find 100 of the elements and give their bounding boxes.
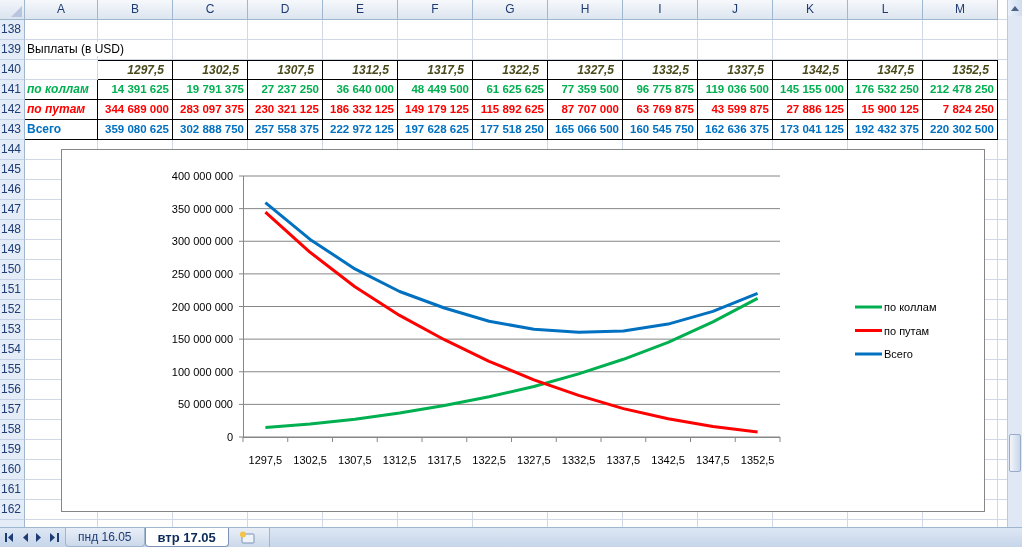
y-axis-label: 0	[226, 431, 233, 443]
x-axis-label: 1297,5	[248, 454, 283, 466]
x-axis-label: 1317,5	[427, 454, 462, 466]
column-header[interactable]: K	[773, 0, 848, 20]
table-cell: 177 518 250	[480, 123, 544, 135]
table-cell: 119 036 500	[705, 83, 769, 95]
y-axis-label: 200 000 000	[171, 300, 233, 313]
column-value-header: 1337,5	[727, 63, 764, 77]
column-value-header: 1302,5	[202, 63, 239, 77]
column-header[interactable]: C	[173, 0, 248, 20]
previous-sheet-icon[interactable]	[22, 533, 28, 542]
column-header[interactable]: M	[923, 0, 998, 20]
row-label: по коллам	[27, 82, 89, 96]
y-axis-label: 100 000 000	[171, 365, 233, 378]
x-axis-label: 1312,5	[382, 454, 417, 466]
legend-label: Всего	[884, 348, 913, 360]
x-axis-label: 1307,5	[338, 454, 372, 466]
x-axis-label: 1332,5	[561, 454, 596, 466]
legend-label: по путам	[884, 324, 930, 337]
table-cell: 115 892 625	[480, 103, 544, 115]
y-axis-label: 400 000 000	[171, 170, 233, 182]
column-value-header: 1322,5	[502, 63, 539, 77]
column-value-header: 1342,5	[802, 63, 839, 77]
column-value-header: 1352,5	[952, 63, 989, 77]
table-cell: 27 237 250	[261, 83, 319, 95]
legend-swatch	[855, 329, 882, 332]
table-cell: 19 791 375	[186, 83, 244, 95]
column-header[interactable]: E	[323, 0, 398, 20]
x-axis-label: 1352,5	[740, 454, 775, 466]
table-cell: 173 041 125	[780, 123, 844, 135]
table-cell: 283 097 375	[180, 103, 244, 115]
vertical-scrollbar[interactable]	[1007, 0, 1022, 527]
x-axis-label: 1337,5	[606, 454, 641, 466]
legend-swatch	[855, 305, 882, 309]
table-cell: 212 478 250	[930, 83, 994, 95]
column-value-header: 1327,5	[577, 63, 614, 77]
column-value-header: 1332,5	[652, 63, 689, 77]
sheet-tab[interactable]: втр 17.05	[144, 528, 229, 547]
last-sheet-icon[interactable]	[50, 533, 59, 542]
table-cell: 87 707 000	[561, 103, 619, 115]
table-cell: 359 080 625	[105, 123, 169, 135]
table-title: Выплаты (в USD)	[25, 42, 125, 56]
line-chart[interactable]	[61, 149, 985, 512]
table-cell: 344 689 000	[105, 103, 169, 115]
y-axis-label: 150 000 000	[171, 333, 233, 346]
table-cell: 77 359 500	[561, 83, 619, 95]
table-cell: 230 321 125	[255, 103, 319, 115]
column-value-header: 1307,5	[277, 63, 314, 77]
x-axis-label: 1322,5	[472, 454, 506, 466]
x-axis-label: 1342,5	[651, 454, 685, 466]
row-label: по путам	[27, 102, 86, 116]
next-sheet-icon[interactable]	[36, 533, 42, 542]
scroll-up-icon[interactable]	[1008, 0, 1022, 16]
table-cell: 186 332 125	[330, 103, 394, 115]
column-header[interactable]: L	[848, 0, 923, 20]
table-cell: 48 449 500	[411, 83, 469, 95]
table-cell: 43 599 875	[711, 103, 769, 115]
y-axis-label: 350 000 000	[171, 202, 233, 215]
legend-swatch	[855, 352, 882, 356]
table-cell: 27 886 125	[786, 103, 844, 115]
y-axis-label: 250 000 000	[171, 267, 233, 280]
legend-label: по коллам	[884, 301, 937, 313]
table-cell: 257 558 375	[255, 123, 319, 135]
column-header[interactable]: I	[623, 0, 698, 20]
table-cell: 176 532 250	[855, 83, 919, 95]
column-value-header: 1297,5	[127, 63, 164, 77]
row-label: Всего	[27, 122, 62, 136]
table-cell: 160 545 750	[630, 123, 694, 135]
y-axis-label: 300 000 000	[171, 235, 233, 248]
table-cell: 96 775 875	[636, 83, 694, 95]
sheet-tab[interactable]: пнд 16.05	[65, 528, 145, 547]
table-cell: 15 900 125	[861, 103, 919, 115]
column-header[interactable]: G	[473, 0, 548, 20]
column-value-header: 1312,5	[352, 63, 389, 77]
column-value-header: 1347,5	[877, 63, 914, 77]
column-value-header: 1317,5	[427, 63, 464, 77]
column-header[interactable]: A	[25, 0, 98, 20]
table-cell: 61 625 625	[486, 83, 544, 95]
column-header[interactable]: J	[698, 0, 773, 20]
table-cell: 302 888 750	[180, 123, 244, 135]
table-cell: 7 824 250	[942, 103, 994, 115]
x-axis-label: 1302,5	[293, 454, 327, 466]
table-cell: 222 972 125	[330, 123, 394, 135]
column-header[interactable]: H	[548, 0, 623, 20]
x-axis-label: 1327,5	[517, 454, 551, 466]
table-cell: 192 432 375	[855, 123, 919, 135]
table-cell: 149 179 125	[405, 103, 469, 115]
first-sheet-icon[interactable]	[5, 533, 14, 542]
x-axis-label: 1347,5	[696, 454, 730, 466]
table-cell: 63 769 875	[636, 103, 694, 115]
scrollbar-thumb[interactable]	[1009, 434, 1021, 472]
table-cell: 197 628 625	[405, 123, 469, 135]
table-cell: 162 636 375	[705, 123, 769, 135]
table-cell: 220 302 500	[930, 123, 994, 135]
column-header[interactable]: D	[248, 0, 323, 20]
new-sheet-icon	[238, 531, 255, 544]
column-header[interactable]: F	[398, 0, 473, 20]
table-cell: 14 391 625	[111, 83, 169, 95]
column-header[interactable]: B	[98, 0, 173, 20]
table-cell: 165 066 500	[555, 123, 619, 135]
